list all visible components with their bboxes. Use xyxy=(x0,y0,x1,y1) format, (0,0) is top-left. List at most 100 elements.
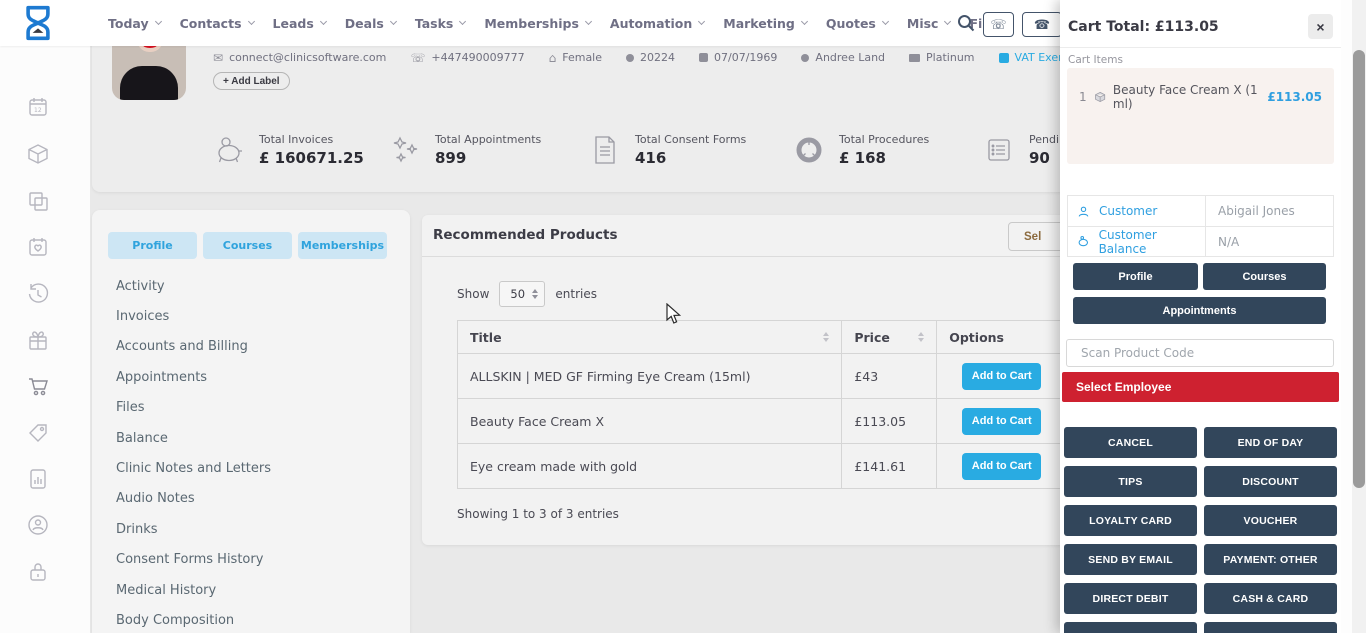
cart-courses-button[interactable]: Courses xyxy=(1203,263,1326,290)
customer-label-cell[interactable]: Customer xyxy=(1068,196,1206,226)
end-of-day-button[interactable]: END OF DAY xyxy=(1204,427,1337,458)
menu-item-appointments[interactable]: Appointments xyxy=(116,362,271,392)
user-clock-icon[interactable] xyxy=(26,513,50,537)
menu-item-activity[interactable]: Activity xyxy=(116,271,271,301)
nav-item-quotes[interactable]: Quotes xyxy=(826,16,888,31)
add-to-cart-button[interactable]: Add to Cart xyxy=(962,408,1041,435)
stat-label: Total Consent Forms xyxy=(635,133,746,146)
select-employee-button[interactable]: Select Employee xyxy=(1062,372,1339,402)
nav-item-automation[interactable]: Automation xyxy=(610,16,704,31)
page-size-select[interactable]: 50 xyxy=(499,281,545,307)
menu-item-drinks[interactable]: Drinks xyxy=(116,514,271,544)
tier-icon xyxy=(909,54,920,62)
gift-icon[interactable] xyxy=(26,328,50,352)
menu-item-accounts-billing[interactable]: Accounts and Billing xyxy=(116,332,271,362)
menu-item-balance[interactable]: Balance xyxy=(116,423,271,453)
nav-item-deals[interactable]: Deals xyxy=(345,16,396,31)
menu-item-files[interactable]: Files xyxy=(116,393,271,423)
lock-icon[interactable] xyxy=(26,560,50,584)
table-footer-status: Showing 1 to 3 of 3 entries xyxy=(457,507,619,521)
nav-item-tasks[interactable]: Tasks xyxy=(415,16,466,31)
nav-label: Memberships xyxy=(484,16,579,31)
products-table-header: Title Price Options xyxy=(458,321,1100,354)
close-icon[interactable]: × xyxy=(1308,14,1333,39)
stat-label: Total Appointments xyxy=(435,133,541,146)
cart-item-name: Beauty Face Cream X (1 ml) xyxy=(1113,83,1260,111)
column-header-title[interactable]: Title xyxy=(458,321,842,354)
dial-phone-button[interactable]: ☏ xyxy=(983,12,1014,37)
menu-item-body-composition[interactable]: Body Composition xyxy=(116,605,271,633)
id-value: 20224 xyxy=(640,51,675,64)
price-tag-icon[interactable] xyxy=(26,421,50,445)
direct-debit-button[interactable]: DIRECT DEBIT xyxy=(1064,583,1197,614)
contact-phone[interactable]: ☏ +447490009777 xyxy=(410,51,524,64)
cart-profile-button[interactable]: Profile xyxy=(1073,263,1198,290)
add-to-cart-button[interactable]: Add to Cart xyxy=(962,453,1041,480)
add-to-cart-button[interactable]: Add to Cart xyxy=(962,363,1041,390)
cart-icon[interactable] xyxy=(26,374,50,398)
product-price-cell: £43 xyxy=(842,354,937,399)
cart-appointments-button[interactable]: Appointments xyxy=(1073,297,1326,324)
chevron-down-icon xyxy=(155,18,162,25)
menu-item-invoices[interactable]: Invoices xyxy=(116,301,271,331)
discount-button[interactable]: DISCOUNT xyxy=(1204,466,1337,497)
scan-product-code-input[interactable] xyxy=(1066,339,1334,367)
email-icon: ✉ xyxy=(213,52,223,64)
nav-item-contacts[interactable]: Contacts xyxy=(180,16,254,31)
nav-item-misc[interactable]: Misc xyxy=(907,16,951,31)
partial-action-button[interactable] xyxy=(1204,622,1337,633)
tab-courses[interactable]: Courses xyxy=(203,232,292,259)
nav-label: Tasks xyxy=(415,16,454,31)
payment-other-button[interactable]: PAYMENT: OTHER xyxy=(1204,544,1337,575)
menu-item-consent-forms-history[interactable]: Consent Forms History xyxy=(116,545,271,575)
contact-id: 20224 xyxy=(626,51,675,64)
tab-memberships[interactable]: Memberships xyxy=(298,232,387,259)
gender-icon: ⌂ xyxy=(549,52,557,64)
page-edge-gap xyxy=(1341,0,1352,633)
nav-label: Quotes xyxy=(826,16,876,31)
calendar-icon[interactable]: 12 xyxy=(26,95,50,119)
package-icon[interactable] xyxy=(26,142,50,166)
tab-profile[interactable]: Profile xyxy=(108,232,197,259)
product-title-cell: Eye cream made with gold xyxy=(458,444,842,489)
customer-balance-value-cell: N/A xyxy=(1206,227,1333,256)
send-by-email-button[interactable]: SEND BY EMAIL xyxy=(1064,544,1197,575)
nav-item-today[interactable]: Today xyxy=(108,16,161,31)
menu-item-medical-history[interactable]: Medical History xyxy=(116,575,271,605)
menu-item-audio-notes[interactable]: Audio Notes xyxy=(116,484,271,514)
nav-label: Marketing xyxy=(723,16,795,31)
chevron-down-icon xyxy=(320,18,327,25)
consent-form-icon xyxy=(588,133,622,167)
loyalty-card-button[interactable]: LOYALTY CARD xyxy=(1064,505,1197,536)
stat-total-procedures: Total Procedures £ 168 xyxy=(792,133,929,167)
search-icon[interactable] xyxy=(957,14,975,32)
chevron-down-icon xyxy=(459,18,466,25)
avatar-turtleneck xyxy=(120,66,178,100)
menu-item-clinic-notes[interactable]: Clinic Notes and Letters xyxy=(116,453,271,483)
history-icon[interactable] xyxy=(26,282,50,306)
add-label-button[interactable]: + Add Label xyxy=(213,72,290,90)
partial-action-button[interactable] xyxy=(1064,622,1197,633)
voucher-button[interactable]: VOUCHER xyxy=(1204,505,1337,536)
handset-button[interactable]: ☎ xyxy=(1022,12,1062,37)
nav-item-leads[interactable]: Leads xyxy=(273,16,326,31)
cash-card-button[interactable]: CASH & CARD xyxy=(1204,583,1337,614)
phone-ring-icon: ☏ xyxy=(990,17,1006,33)
nav-item-memberships[interactable]: Memberships xyxy=(484,16,591,31)
main-nav: Today Contacts Leads Deals Tasks Members… xyxy=(108,0,1002,46)
cart-items-box: 1 Beauty Face Cream X (1 ml) £113.05 xyxy=(1067,68,1334,164)
customer-info-table: Customer Abigail Jones Customer Balance … xyxy=(1067,195,1334,257)
cart-item[interactable]: 1 Beauty Face Cream X (1 ml) £113.05 xyxy=(1079,83,1322,111)
nav-item-marketing[interactable]: Marketing xyxy=(723,16,807,31)
cancel-button[interactable]: CANCEL xyxy=(1064,427,1197,458)
column-header-price[interactable]: Price xyxy=(842,321,937,354)
chevron-down-icon xyxy=(698,18,705,25)
copy-icon[interactable] xyxy=(26,189,50,213)
customer-balance-label-cell[interactable]: Customer Balance xyxy=(1068,227,1206,256)
contact-email[interactable]: ✉ connect@clinicsoftware.com xyxy=(213,51,386,64)
tips-button[interactable]: TIPS xyxy=(1064,466,1197,497)
report-icon[interactable] xyxy=(26,467,50,491)
products-table: Title Price Options ALLSKIN | MED GF Fir… xyxy=(457,320,1100,489)
calendar-heart-icon[interactable] xyxy=(26,235,50,259)
scrollbar-thumb[interactable] xyxy=(1353,50,1365,488)
